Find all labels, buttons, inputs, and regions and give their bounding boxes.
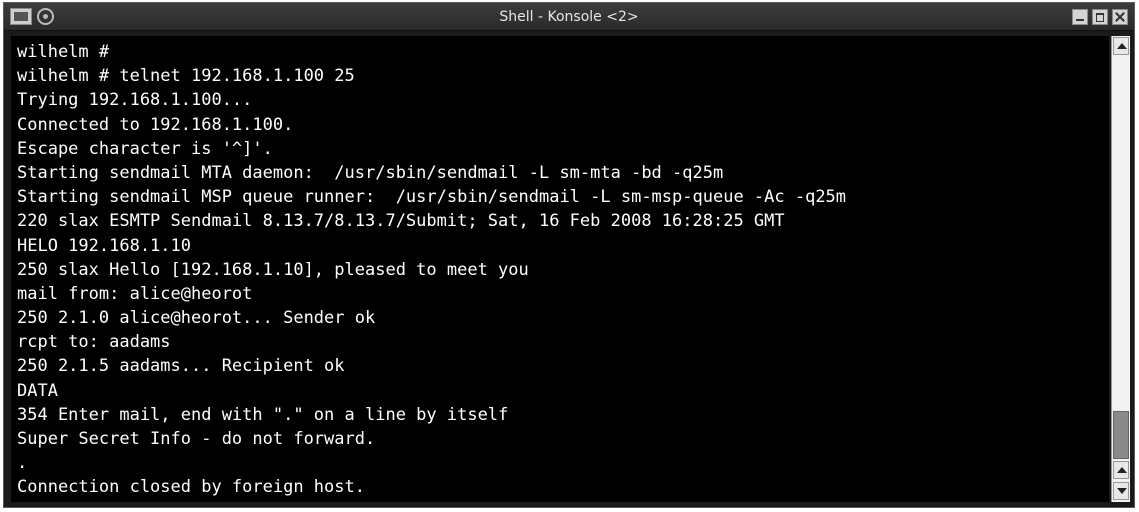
terminal-output[interactable]: wilhelm # wilhelm # telnet 192.168.1.100… bbox=[11, 36, 1109, 502]
terminal-line: Super Secret Info - do not forward. bbox=[17, 429, 376, 449]
terminal-line: Starting sendmail MTA daemon: /usr/sbin/… bbox=[17, 162, 724, 183]
terminal-line: rcpt to: aadams bbox=[17, 332, 171, 353]
terminal-line: Connected to 192.168.1.100. bbox=[17, 114, 294, 135]
terminal-line: 250 2.1.5 aadams... Recipient ok bbox=[17, 356, 345, 377]
scroll-up-button[interactable] bbox=[1113, 37, 1129, 55]
close-icon[interactable] bbox=[1112, 9, 1128, 25]
window-title: Shell - Konsole <2> bbox=[499, 9, 639, 25]
terminal-line: Trying 192.168.1.100... bbox=[17, 90, 253, 111]
minimize-icon[interactable] bbox=[1072, 9, 1088, 25]
terminal-line: . bbox=[17, 453, 28, 474]
terminal-line: Connection closed by foreign host. bbox=[17, 477, 365, 498]
window-controls bbox=[1072, 9, 1128, 25]
terminal-line: HELO 192.168.1.10 bbox=[17, 235, 191, 256]
title-bar[interactable]: Shell - Konsole <2> bbox=[4, 3, 1134, 31]
terminal-line: 250 2.1.0 alice@heorot... Sender ok bbox=[17, 308, 376, 329]
konsole-window: Shell - Konsole <2> wilhelm # wilhelm # … bbox=[3, 2, 1135, 508]
terminal-line: 354 Enter mail, end with "." on a line b… bbox=[17, 404, 509, 425]
terminal-line: wilhelm # telnet 192.168.1.100 25 bbox=[17, 66, 355, 87]
arrow-up-icon bbox=[1117, 43, 1127, 49]
maximize-icon[interactable] bbox=[1092, 9, 1108, 25]
terminal-line: 250 slax Hello [192.168.1.10], pleased t… bbox=[17, 259, 529, 280]
scroll-up-button-bottom[interactable] bbox=[1113, 461, 1129, 479]
scrollbar-thumb[interactable] bbox=[1113, 411, 1129, 459]
arrow-down-icon bbox=[1117, 488, 1127, 494]
arrow-up-icon bbox=[1117, 467, 1127, 473]
terminal-line: wilhelm # bbox=[17, 42, 110, 62]
vertical-scrollbar[interactable] bbox=[1111, 36, 1130, 502]
terminal-line: Starting sendmail MSP queue runner: /usr… bbox=[17, 187, 847, 208]
terminal-line: DATA bbox=[17, 380, 58, 401]
terminal-line: 220 slax ESMTP Sendmail 8.13.7/8.13.7/Su… bbox=[17, 211, 785, 232]
terminal-line: Escape character is '^]'. bbox=[17, 138, 273, 159]
terminal-line: mail from: alice@heorot bbox=[17, 283, 253, 304]
scroll-down-button[interactable] bbox=[1113, 482, 1129, 500]
